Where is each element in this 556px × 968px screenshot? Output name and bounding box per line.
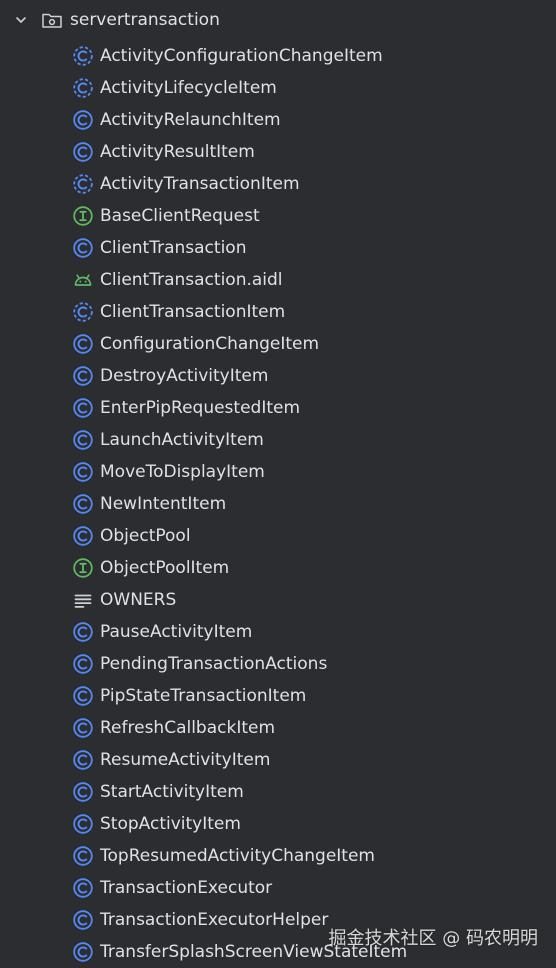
folder-label: servertransaction (70, 9, 220, 30)
tree-item-label: NewIntentItem (100, 493, 227, 514)
tree-item[interactable]: TransactionExecutorHelper (0, 904, 556, 936)
class-icon (72, 333, 94, 355)
tree-item-label: ConfigurationChangeItem (100, 333, 320, 354)
tree-item[interactable]: StartActivityItem (0, 776, 556, 808)
class-icon (72, 653, 94, 675)
tree-item[interactable]: RefreshCallbackItem (0, 712, 556, 744)
class-icon (72, 781, 94, 803)
tree-item-label: ActivityLifecycleItem (100, 77, 277, 98)
class-icon (72, 141, 94, 163)
tree-item[interactable]: StopActivityItem (0, 808, 556, 840)
tree-item[interactable]: ActivityLifecycleItem (0, 72, 556, 104)
tree-item-label: PendingTransactionActions (100, 653, 328, 674)
tree-item[interactable]: MoveToDisplayItem (0, 456, 556, 488)
tree-item-label: BaseClientRequest (100, 205, 260, 226)
tree-item-label: ObjectPool (100, 525, 191, 546)
interface-icon (72, 557, 94, 579)
tree-item-label: StopActivityItem (100, 813, 241, 834)
android-icon (72, 269, 94, 291)
class-icon (72, 845, 94, 867)
tree-item[interactable]: NewIntentItem (0, 488, 556, 520)
package-folder-icon (40, 8, 64, 32)
tree-item[interactable]: ResumeActivityItem (0, 744, 556, 776)
tree-item-label: PipStateTransactionItem (100, 685, 307, 706)
class-icon (72, 429, 94, 451)
class-icon (72, 877, 94, 899)
tree-item[interactable]: ClientTransaction.aidl (0, 264, 556, 296)
tree-item[interactable]: PauseActivityItem (0, 616, 556, 648)
tree-item[interactable]: PipStateTransactionItem (0, 680, 556, 712)
tree-item-label: ActivityRelaunchItem (100, 109, 281, 130)
tree-item-label: OWNERS (100, 589, 177, 610)
class-icon (72, 717, 94, 739)
tree-item[interactable]: ClientTransaction (0, 232, 556, 264)
tree-item[interactable]: ObjectPool (0, 520, 556, 552)
class-icon (72, 237, 94, 259)
tree-item-label: ActivityConfigurationChangeItem (100, 45, 383, 66)
tree-item[interactable]: LaunchActivityItem (0, 424, 556, 456)
tree-item[interactable]: ActivityResultItem (0, 136, 556, 168)
tree-item[interactable]: EnterPipRequestedItem (0, 392, 556, 424)
tree-item-label: StartActivityItem (100, 781, 244, 802)
tree-item-label: ClientTransactionItem (100, 301, 286, 322)
tree-item-label: EnterPipRequestedItem (100, 397, 301, 418)
class-icon (72, 813, 94, 835)
tree-item-label: ActivityTransactionItem (100, 173, 300, 194)
abstract-class-icon (72, 45, 94, 67)
tree-item[interactable]: TransactionExecutor (0, 872, 556, 904)
class-icon (72, 909, 94, 931)
tree-item-label: TopResumedActivityChangeItem (100, 845, 375, 866)
tree-item-label: LaunchActivityItem (100, 429, 264, 450)
tree-item-label: ActivityResultItem (100, 141, 255, 162)
class-icon (72, 525, 94, 547)
tree-item[interactable]: PendingTransactionActions (0, 648, 556, 680)
class-icon (72, 461, 94, 483)
tree-item[interactable]: TopResumedActivityChangeItem (0, 840, 556, 872)
tree-item-label: ObjectPoolItem (100, 557, 230, 578)
tree-item-label: ClientTransaction (100, 237, 247, 258)
tree-item[interactable]: TransferSplashScreenViewStateItem (0, 936, 556, 968)
text-file-icon (72, 589, 94, 611)
tree-item-label: TransactionExecutorHelper (100, 909, 329, 930)
tree-item[interactable]: BaseClientRequest (0, 200, 556, 232)
class-icon (72, 621, 94, 643)
tree-item-label: PauseActivityItem (100, 621, 253, 642)
interface-icon (72, 205, 94, 227)
tree-item[interactable]: OWNERS (0, 584, 556, 616)
abstract-class-icon (72, 173, 94, 195)
tree-item-label: TransactionExecutor (100, 877, 273, 898)
tree-item[interactable]: ActivityConfigurationChangeItem (0, 40, 556, 72)
tree-item-label: RefreshCallbackItem (100, 717, 276, 738)
class-icon (72, 365, 94, 387)
class-icon (72, 109, 94, 131)
tree-item[interactable]: DestroyActivityItem (0, 360, 556, 392)
tree-item-label: DestroyActivityItem (100, 365, 269, 386)
project-tree: servertransaction ActivityConfigurationC… (0, 0, 556, 968)
chevron-down-icon[interactable] (14, 13, 28, 27)
tree-item[interactable]: ActivityTransactionItem (0, 168, 556, 200)
tree-item[interactable]: ClientTransactionItem (0, 296, 556, 328)
tree-item-label: TransferSplashScreenViewStateItem (100, 941, 408, 962)
class-icon (72, 493, 94, 515)
class-icon (72, 749, 94, 771)
tree-item-label: ResumeActivityItem (100, 749, 271, 770)
tree-item-label: MoveToDisplayItem (100, 461, 265, 482)
abstract-class-icon (72, 301, 94, 323)
class-icon (72, 685, 94, 707)
tree-folder-servertransaction[interactable]: servertransaction (0, 0, 556, 40)
class-icon (72, 941, 94, 963)
abstract-class-icon (72, 77, 94, 99)
class-icon (72, 397, 94, 419)
tree-item[interactable]: ActivityRelaunchItem (0, 104, 556, 136)
tree-item[interactable]: ConfigurationChangeItem (0, 328, 556, 360)
tree-item[interactable]: ObjectPoolItem (0, 552, 556, 584)
tree-item-label: ClientTransaction.aidl (100, 269, 283, 290)
